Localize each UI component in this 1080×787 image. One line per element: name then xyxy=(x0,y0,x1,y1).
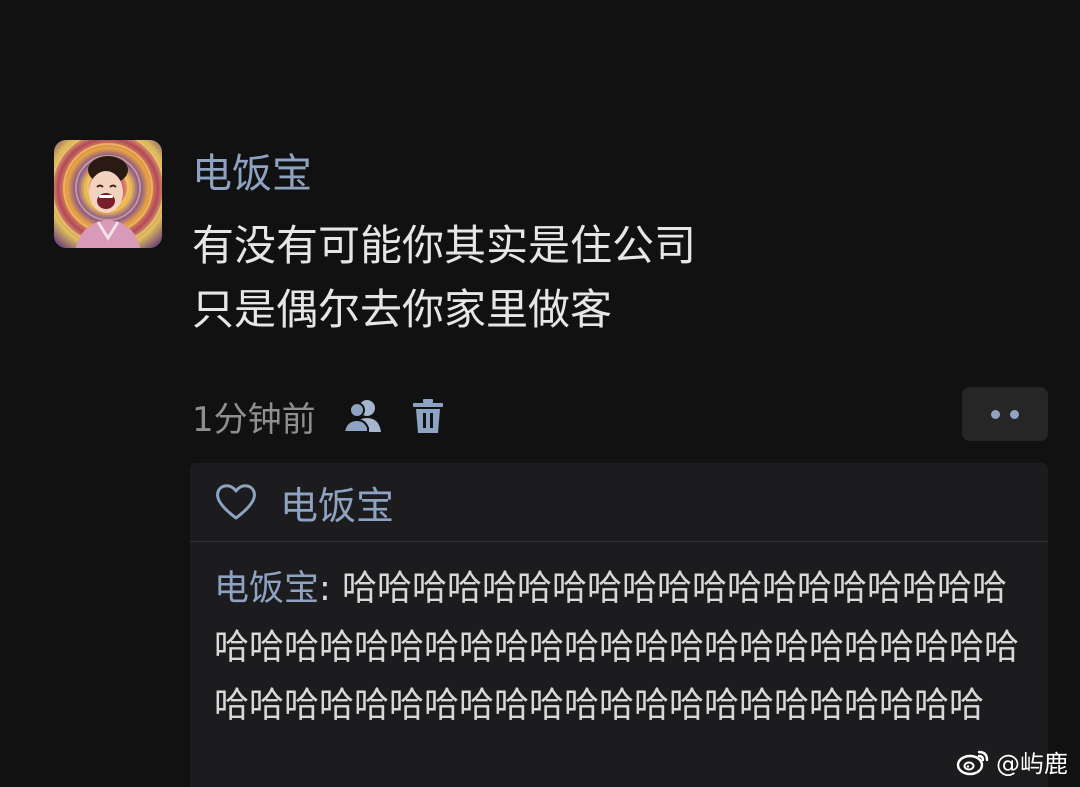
weibo-logo-icon xyxy=(956,750,989,775)
comment-item[interactable]: 电饭宝: 哈哈哈哈哈哈哈哈哈哈哈哈哈哈哈哈哈哈哈哈哈哈哈哈哈哈哈哈哈哈哈哈哈哈哈… xyxy=(190,542,1048,736)
likes-row: 电饭宝 xyxy=(190,463,1048,542)
avatar-image xyxy=(54,140,162,248)
interaction-panel: 电饭宝 电饭宝: 哈哈哈哈哈哈哈哈哈哈哈哈哈哈哈哈哈哈哈哈哈哈哈哈哈哈哈哈哈哈哈… xyxy=(190,463,1048,787)
friends-icon[interactable] xyxy=(342,394,386,438)
avatar[interactable] xyxy=(54,140,162,248)
more-button[interactable] xyxy=(962,387,1048,441)
post-text-line-2: 只是偶尔去你家里做客 xyxy=(192,285,613,334)
comment-separator: : xyxy=(319,569,342,609)
watermark: @屿鹿 xyxy=(956,744,1068,779)
trash-icon[interactable] xyxy=(406,394,450,438)
like-user-name[interactable]: 电饭宝 xyxy=(280,475,394,530)
moments-screen: 电饭宝 有没有可能你其实是住公司 只是偶尔去你家里做客 1分钟前 电饭宝 电饭宝… xyxy=(0,0,1080,787)
watermark-text: @屿鹿 xyxy=(996,750,1068,778)
post-meta-row: 1分钟前 xyxy=(192,392,450,440)
more-icon xyxy=(991,409,1000,419)
heart-icon xyxy=(216,484,256,520)
post-author-name[interactable]: 电饭宝 xyxy=(192,150,312,198)
post-timestamp: 1分钟前 xyxy=(192,399,316,440)
more-icon-dot xyxy=(1010,409,1019,419)
post-text-line-1: 有没有可能你其实是住公司 xyxy=(192,221,697,270)
post-text: 有没有可能你其实是住公司 只是偶尔去你家里做客 xyxy=(192,214,696,342)
comment-author[interactable]: 电饭宝 xyxy=(214,569,319,609)
